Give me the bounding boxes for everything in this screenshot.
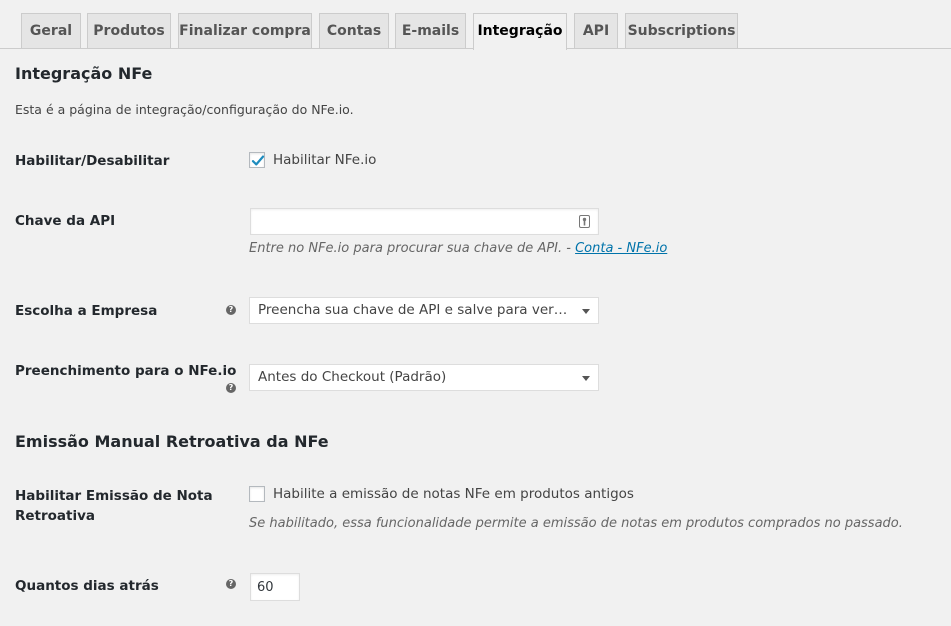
retro-hint: Se habilitado, essa funcionalidade permi… [249, 516, 903, 531]
api-key-hint: Entre no NFe.io para procurar sua chave … [249, 241, 667, 256]
nfe-account-link[interactable]: Conta - NFe.io [575, 241, 667, 256]
api-key-label: Chave da API [15, 213, 116, 229]
api-key-hint-text: Entre no NFe.io para procurar sua chave … [249, 241, 576, 256]
question-circle-icon[interactable]: ? [226, 579, 236, 589]
tab-geral[interactable]: Geral [21, 13, 81, 48]
tab-api[interactable]: API [574, 13, 618, 48]
question-circle-icon[interactable]: ? [226, 383, 236, 393]
api-key-input[interactable] [250, 208, 599, 235]
tab-finalizar-compra[interactable]: Finalizar compra [178, 13, 312, 48]
fill-label: Preenchimento para o NFe.io [15, 363, 237, 379]
company-label: Escolha a Empresa [15, 303, 158, 319]
fill-select-value: Antes do Checkout (Padrão) [258, 369, 447, 385]
tab-integracao[interactable]: Integração [473, 13, 567, 50]
enable-checkbox-label: Habilitar NFe.io [273, 152, 377, 168]
section-description: Esta é a página de integração/configuraç… [15, 102, 354, 117]
tab-subscriptions[interactable]: Subscriptions [625, 13, 738, 48]
section-title-integracao: Integração NFe [15, 64, 153, 83]
settings-tabs: Geral Produtos Finalizar compra Contas E… [0, 0, 951, 50]
chevron-down-icon [582, 376, 590, 381]
days-label: Quantos dias atrás [15, 578, 159, 594]
retro-checkbox-label: Habilite a emissão de notas NFe em produ… [273, 486, 634, 502]
company-select[interactable]: Preencha sua chave de API e salve para v… [249, 297, 599, 324]
section-title-retroativa: Emissão Manual Retroativa da NFe [15, 432, 329, 451]
password-manager-key-icon[interactable] [579, 215, 590, 228]
retro-label: Habilitar Emissão de Nota Retroativa [15, 488, 213, 524]
enable-label: Habilitar/Desabilitar [15, 153, 170, 169]
checkmark-icon [251, 155, 265, 166]
retro-checkbox[interactable] [249, 486, 265, 502]
company-select-value: Preencha sua chave de API e salve para v… [258, 302, 598, 318]
tab-produtos[interactable]: Produtos [87, 13, 171, 48]
days-input[interactable] [250, 573, 300, 601]
question-circle-icon[interactable]: ? [226, 305, 236, 315]
fill-select[interactable]: Antes do Checkout (Padrão) [249, 364, 599, 391]
chevron-down-icon [582, 309, 590, 314]
tab-emails[interactable]: E-mails [395, 13, 466, 48]
tab-contas[interactable]: Contas [319, 13, 389, 48]
enable-checkbox[interactable] [249, 152, 265, 168]
